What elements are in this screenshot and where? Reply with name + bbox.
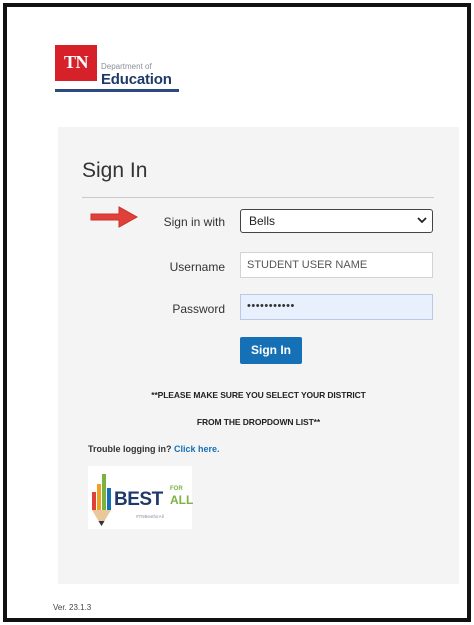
tn-badge: TN (55, 45, 97, 81)
trouble-logging-in: Trouble logging in? Click here. (88, 444, 220, 454)
best-for-all-logo: BEST FOR ALL #TNBestforAll (88, 466, 194, 529)
username-label: Username (169, 260, 225, 274)
sign-in-panel: Sign In Sign in with Bells Username STUD… (58, 127, 459, 584)
sign-in-button[interactable]: Sign In (240, 337, 302, 364)
best-tagline: #TNBestforAll (136, 514, 164, 519)
arrow-right-icon (90, 206, 139, 228)
logo-education-text: Education (101, 71, 172, 88)
logo-department-text: Department of (101, 62, 152, 71)
password-input[interactable]: ••••••••••• (240, 294, 433, 320)
pencil-bars-icon (92, 474, 111, 526)
tn-education-logo: TN Department of Education (55, 45, 185, 97)
trouble-text: Trouble logging in? (88, 444, 172, 454)
click-here-link[interactable]: Click here. (174, 444, 220, 454)
best-for-text: FOR (170, 486, 183, 492)
title-divider (82, 197, 434, 198)
chevron-down-icon (417, 217, 427, 224)
page-title: Sign In (82, 159, 148, 182)
password-label: Password (172, 302, 225, 316)
district-select-value: Bells (249, 214, 276, 228)
district-notice-line-1: **PLEASE MAKE SURE YOU SELECT YOUR DISTR… (151, 390, 366, 400)
window-frame: TN Department of Education Sign In Sign … (3, 3, 471, 622)
logo-underline (55, 89, 179, 92)
district-notice-line-2: FROM THE DROPDOWN LIST** (196, 417, 321, 427)
version-label: Ver. 23.1.3 (53, 603, 92, 612)
username-input[interactable]: STUDENT USER NAME (240, 252, 433, 278)
district-select[interactable]: Bells (240, 209, 433, 233)
sign-in-with-label: Sign in with (163, 215, 225, 229)
best-all-text: ALL (170, 493, 194, 507)
best-text: BEST (114, 489, 163, 510)
